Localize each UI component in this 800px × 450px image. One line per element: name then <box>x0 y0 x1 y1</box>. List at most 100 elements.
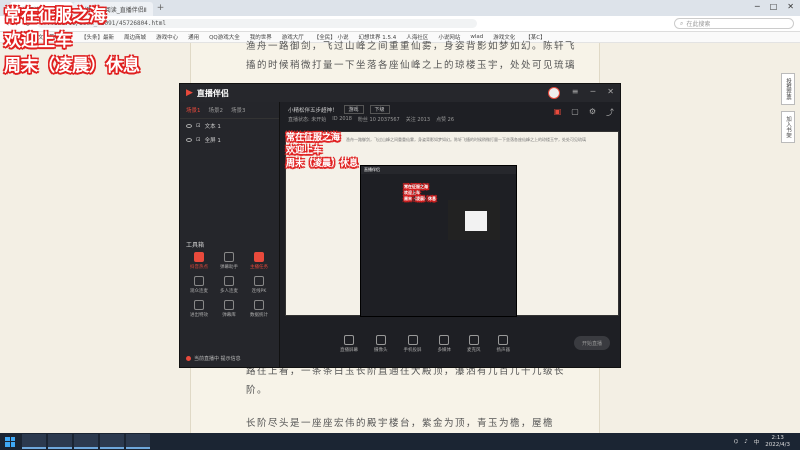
room-info-bar: 小精松伴五步超神！ 游戏 下级 直播状态: 未开始 ID 2018 粉丝 10 20… <box>280 102 620 124</box>
tool-item[interactable]: 连线PK <box>244 276 274 294</box>
taskbar-app-other[interactable] <box>126 434 150 449</box>
volume-icon[interactable]: ♪ <box>744 439 748 445</box>
source-label: 文本 1 <box>204 124 221 130</box>
video-icon[interactable]: ▢ <box>571 107 579 118</box>
side-actions: 投推荐票 加入书架 <box>781 73 795 143</box>
bookmark-item[interactable]: QQ游戏大全 <box>209 33 240 41</box>
toolbar-icon <box>375 335 386 345</box>
scene-panel: 场景1 场景2 场景3 ⊡ 文本 1 ⊡ 全屏 1 工具箱 抖音热点 弹幕助手 主播… <box>180 102 280 367</box>
share-icon[interactable]: ⤴ <box>606 107 614 118</box>
tool-icon <box>194 252 204 262</box>
eye-icon[interactable] <box>186 138 192 142</box>
recommend-vote-button[interactable]: 投推荐票 <box>781 73 795 105</box>
lock-icon[interactable]: ⊡ <box>196 137 201 143</box>
bookmark-item[interactable]: 通用 <box>188 33 199 41</box>
preview-app-logo: 直播伴侣 <box>361 166 516 174</box>
ime-indicator[interactable]: 中 <box>754 438 760 446</box>
source-item[interactable]: ⊡ 全屏 1 <box>180 133 279 147</box>
tool-icon <box>224 276 234 286</box>
source-item[interactable]: ⊡ 文本 1 <box>180 119 279 133</box>
windows-icon <box>5 436 15 447</box>
toolbar-icon <box>468 335 479 345</box>
preview-logo-icon <box>462 208 490 234</box>
tool-item[interactable]: 观众连麦 <box>184 276 214 294</box>
room-stat: 粉丝 10 2037567 <box>357 117 400 123</box>
preview-overlay-line-3: 周末（凌晨）休息 <box>286 159 359 169</box>
live-hint[interactable]: 当前直播中 提示信息 <box>186 355 241 362</box>
close-icon[interactable]: ✕ <box>607 87 614 99</box>
settings-icon[interactable]: ≡ <box>572 87 579 99</box>
tool-label: 连线PK <box>251 289 267 294</box>
search-input[interactable]: ⌕ 在此搜索 <box>674 18 794 29</box>
subcategory-tag[interactable]: 下级 <box>369 105 390 114</box>
category-tag[interactable]: 游戏 <box>343 105 364 114</box>
tools-icon[interactable]: ⚙ <box>589 107 596 118</box>
tool-item[interactable]: 弹幕库 <box>214 300 244 318</box>
tool-item[interactable]: 抖音热点 <box>184 252 214 270</box>
toolbox-grid: 抖音热点 弹幕助手 主播任务观众连麦 多人连麦 连线PK 进出特效 弹幕库 数据统计 <box>184 252 276 318</box>
preview-overlay-small-line-3: 周末（凌晨）休息 <box>404 196 436 201</box>
tool-icon <box>254 252 264 262</box>
taskbar-app-browser[interactable] <box>22 434 46 449</box>
toolbar-icon <box>344 335 354 345</box>
toolbar-icon <box>407 335 418 345</box>
close-icon[interactable]: ✕ <box>787 2 794 11</box>
app-logo-icon: ▶ <box>186 88 193 98</box>
network-icon[interactable]: ⌬ <box>733 439 738 445</box>
preview-overlay-line-1: 常在征服之海 <box>286 133 341 143</box>
taskbar: ⌬ ♪ 中 2:13 2022/4/3 <box>0 433 800 450</box>
toolbar-item[interactable]: 摄像头 <box>374 335 388 353</box>
taskbar-app-stream[interactable] <box>100 434 124 449</box>
tool-icon <box>194 276 204 286</box>
start-live-button[interactable]: 开始直播 <box>574 336 610 350</box>
tool-icon <box>224 300 234 310</box>
avatar[interactable] <box>547 87 560 99</box>
article-paragraph-1: 渔舟一路御剑，飞过山峰之间重重仙雾，身姿背影如梦如幻。陈轩飞搐的时候稍微打量一下… <box>246 41 577 71</box>
tab-scene-3[interactable]: 场景3 <box>231 106 246 114</box>
live-hint-label: 当前直播中 提示信息 <box>194 356 241 362</box>
tool-item[interactable]: 进出特效 <box>184 300 214 318</box>
system-tray: ⌬ ♪ 中 2:13 2022/4/3 <box>733 435 800 449</box>
overlay-line-2: 欢迎上车 <box>4 31 72 51</box>
toolbar-item[interactable]: 手机投屏 <box>404 335 422 353</box>
overlay-line-3: 周末（凌晨）休息 <box>4 56 140 76</box>
stream-overlay: 常在征服之海 欢迎上车 周末（凌晨）休息 <box>4 4 140 79</box>
bookmark-item[interactable]: 游戏中心 <box>156 33 178 41</box>
tool-label: 抖音热点 <box>190 265 208 270</box>
toolbar-icon <box>498 335 509 345</box>
toolbar-label: 多媒体 <box>437 348 452 353</box>
search-placeholder: 在此搜索 <box>686 21 711 28</box>
room-title: 小精松伴五步超神！ <box>288 107 338 114</box>
eye-icon[interactable] <box>186 124 192 128</box>
toolbar-item[interactable]: 多媒体 <box>437 335 452 353</box>
preview-overlay-small: 常在征服之海 欢迎上车 周末（凌晨）休息 <box>404 184 436 202</box>
tool-label: 多人连麦 <box>220 289 238 294</box>
app-window-controls: ≡ ─ ✕ <box>547 87 620 99</box>
room-stat: ID 2018 <box>332 116 352 122</box>
minimize-icon[interactable]: ─ <box>590 87 595 99</box>
minimize-icon[interactable]: ─ <box>755 2 760 11</box>
clock[interactable]: 2:13 2022/4/3 <box>765 435 790 449</box>
lock-icon[interactable]: ⊡ <box>196 123 201 129</box>
tool-label: 观众连麦 <box>190 289 208 294</box>
preview-app-window: 直播伴侣 <box>360 165 517 317</box>
toolbar-item[interactable]: 扬声器 <box>497 335 510 353</box>
add-bookshelf-button[interactable]: 加入书架 <box>781 111 795 143</box>
toolbar-label: 摄像头 <box>374 348 388 353</box>
toolbar-item[interactable]: 直播屏幕 <box>340 335 358 353</box>
gift-icon[interactable]: ▣ <box>554 107 562 118</box>
tool-icon <box>194 300 204 310</box>
tool-item[interactable]: 多人连麦 <box>214 276 244 294</box>
start-button[interactable] <box>0 433 20 450</box>
taskbar-app-explorer[interactable] <box>48 434 72 449</box>
maximize-icon[interactable]: □ <box>770 2 778 11</box>
toolbar-item[interactable]: 麦克风 <box>467 335 481 353</box>
toolbar-icon <box>439 335 450 345</box>
taskbar-app-game[interactable] <box>74 434 98 449</box>
tab-scene-2[interactable]: 场景2 <box>209 106 224 114</box>
tool-item[interactable]: 数据统计 <box>244 300 274 318</box>
tool-item[interactable]: 主播任务 <box>244 252 274 270</box>
tool-item[interactable]: 弹幕助手 <box>214 252 244 270</box>
new-tab-icon[interactable]: + <box>157 3 165 13</box>
tab-scene-1[interactable]: 场景1 <box>186 106 201 114</box>
